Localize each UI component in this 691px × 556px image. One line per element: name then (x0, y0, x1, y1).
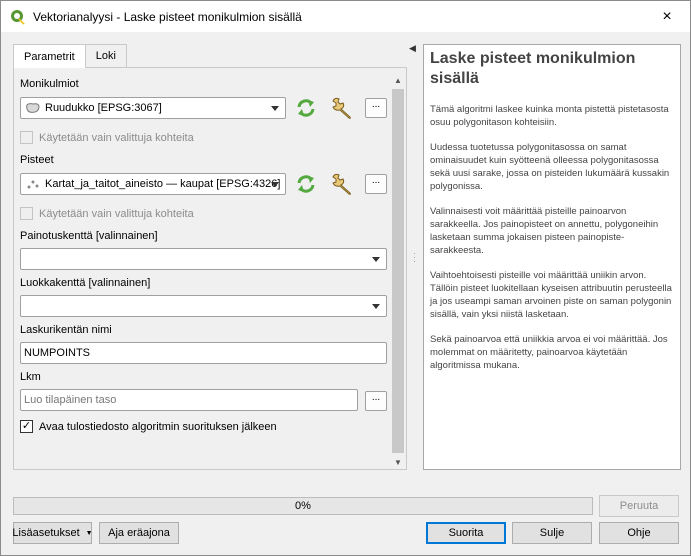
polygons-label: Monikulmiot (20, 78, 79, 90)
dialog-window: Vektorianalyysi - Laske pisteet monikulm… (0, 0, 691, 556)
chevron-down-icon (372, 304, 380, 309)
title-bar: Vektorianalyysi - Laske pisteet monikulm… (1, 1, 690, 32)
tab-bar: Parametrit Loki (13, 44, 127, 68)
cancel-button[interactable]: Peruuta (599, 495, 679, 517)
wrench-icon[interactable] (330, 96, 354, 120)
advanced-settings-button[interactable]: Lisäasetukset ▼ (12, 522, 93, 544)
polygon-layer-icon (26, 103, 40, 113)
checkbox-box (20, 207, 33, 220)
qgis-logo-icon (11, 9, 25, 24)
checkbox-box (20, 131, 33, 144)
chevron-down-icon (271, 182, 279, 187)
help-paragraph: Uudessa tuotetussa polygonitasossa on sa… (430, 142, 670, 192)
class-field-combo[interactable] (20, 295, 387, 317)
open-output-label: Avaa tulostiedosto algoritmin suoritukse… (39, 420, 277, 433)
points-layer-combo[interactable]: Kartat_ja_taitot_aineisto — kaupat [EPSG… (20, 173, 286, 195)
wrench-icon[interactable] (330, 172, 354, 196)
chevron-down-icon: ▼ (85, 529, 93, 537)
progress-bar: 0% (13, 497, 593, 515)
help-title: Laske pisteet monikulmion sisällä (430, 50, 636, 87)
window-title: Vektorianalyysi - Laske pisteet monikulm… (33, 9, 302, 24)
points-selected-only-label: Käytetään vain valittuja kohteita (39, 207, 194, 220)
advanced-settings-label: Lisäasetukset (12, 527, 80, 539)
help-button[interactable]: Ohje (599, 522, 679, 544)
polygons-options-button[interactable]: ... (365, 98, 387, 118)
polygons-selected-only-label: Käytetään vain valittuja kohteita (39, 131, 194, 144)
points-options-button[interactable]: ... (365, 174, 387, 194)
tab-parameters[interactable]: Parametrit (13, 44, 86, 68)
parameters-scrollbar[interactable]: ▲ ▼ (391, 73, 405, 469)
help-paragraph: Sekä painoarvoa että uniikkia arvoa ei v… (430, 334, 668, 371)
polygons-layer-combo[interactable]: Ruudukko [EPSG:3067] (20, 97, 286, 119)
scroll-down-icon[interactable]: ▼ (391, 455, 405, 469)
weight-field-label: Painotuskenttä [valinnainen] (20, 230, 158, 242)
count-field-name-label: Laskurikentän nimi (20, 324, 112, 336)
points-layer-value: Kartat_ja_taitot_aineisto — kaupat [EPSG… (45, 178, 281, 190)
tab-log[interactable]: Loki (84, 44, 127, 67)
scrollbar-thumb[interactable] (392, 89, 404, 453)
point-layer-icon (27, 180, 39, 189)
points-selected-only-checkbox[interactable]: Käytetään vain valittuja kohteita (20, 207, 194, 220)
run-button[interactable]: Suorita (426, 522, 506, 544)
parameters-panel: Monikulmiot Ruudukko [EPSG:3067] ... Käy… (13, 67, 407, 470)
points-label: Pisteet (20, 154, 54, 166)
polygons-layer-value: Ruudukko [EPSG:3067] (45, 102, 162, 114)
checkmark-icon: ✓ (20, 420, 33, 433)
help-panel: Laske pisteet monikulmion sisällä Tämä a… (423, 44, 681, 470)
help-paragraph: Tämä algoritmi laskee kuinka monta piste… (430, 104, 669, 128)
polygons-selected-only-checkbox[interactable]: Käytetään vain valittuja kohteita (20, 131, 194, 144)
weight-field-combo[interactable] (20, 248, 387, 270)
open-output-checkbox[interactable]: ✓ Avaa tulostiedosto algoritmin suorituk… (20, 420, 277, 433)
collapse-help-icon[interactable]: ◀ (409, 43, 416, 54)
help-paragraph: Valinnaisesti voit määrittää pisteille p… (430, 206, 659, 256)
splitter-handle[interactable]: · · · (413, 249, 416, 266)
scroll-up-icon[interactable]: ▲ (391, 73, 405, 87)
chevron-down-icon (271, 106, 279, 111)
chevron-down-icon (372, 257, 380, 262)
iterate-refresh-icon[interactable] (294, 96, 318, 120)
count-field-name-input[interactable]: NUMPOINTS (20, 342, 387, 364)
help-paragraph: Vaihtoehtoisesti pisteille voi määrittää… (430, 270, 672, 320)
count-output-options-button[interactable]: ... (365, 391, 387, 411)
run-as-batch-button[interactable]: Aja eräajona (99, 522, 179, 544)
count-output-label: Lkm (20, 371, 41, 383)
iterate-refresh-icon[interactable] (294, 172, 318, 196)
close-icon[interactable]: × (644, 1, 690, 32)
count-output-input[interactable]: Luo tilapäinen taso (20, 389, 358, 411)
class-field-label: Luokkakenttä [valinnainen] (20, 277, 151, 289)
close-button[interactable]: Sulje (512, 522, 592, 544)
